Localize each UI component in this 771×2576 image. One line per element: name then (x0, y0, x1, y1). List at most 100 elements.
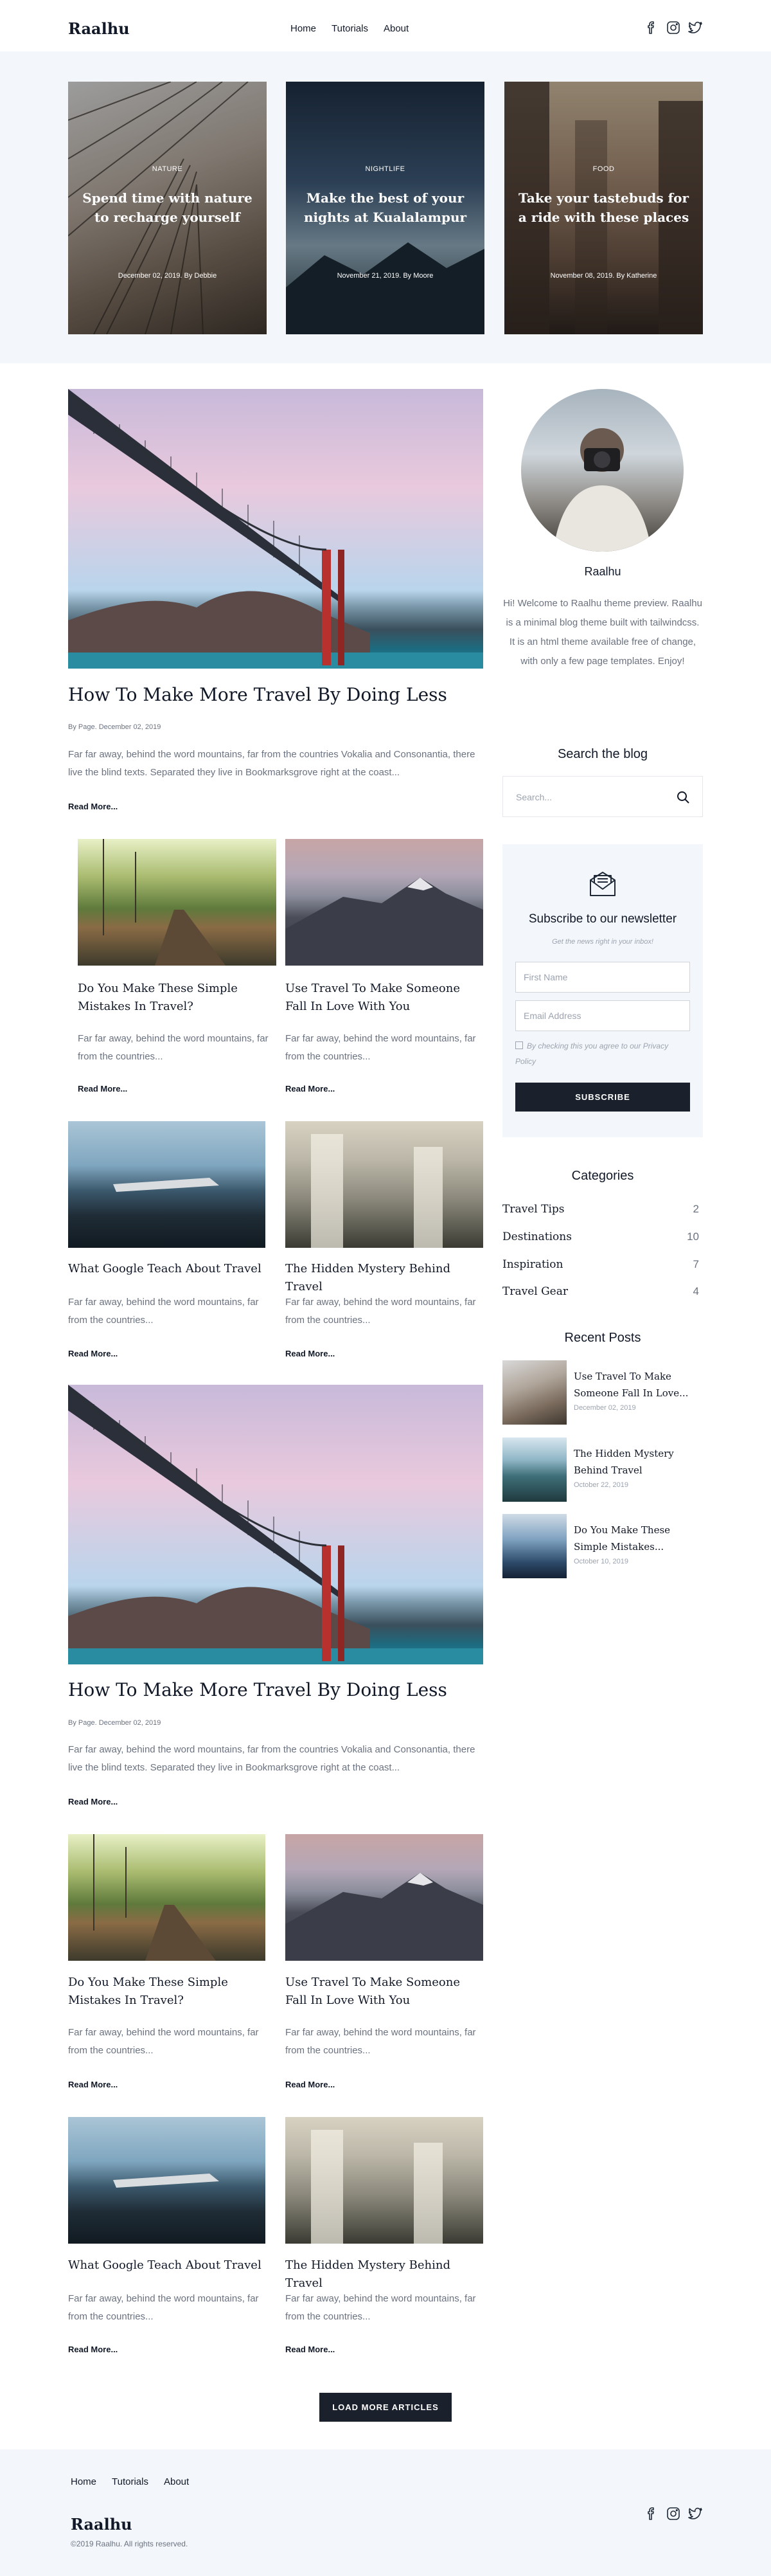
post-title[interactable]: Use Travel To Make Someone Fall In Love … (285, 980, 483, 1016)
newsletter-subheading: Get the news right in your inbox! (552, 938, 653, 946)
post-image[interactable] (68, 1834, 265, 1961)
post-image[interactable] (78, 839, 276, 966)
post-image[interactable] (68, 1121, 265, 1248)
read-more-link[interactable]: Read More... (285, 2345, 335, 2354)
post-image[interactable] (285, 2117, 483, 2244)
post-excerpt: Far far away, behind the word mountains,… (285, 1033, 476, 1062)
hero-title[interactable]: Make the best of your nights at Kualalam… (297, 188, 473, 227)
load-more-button[interactable]: LOAD MORE ARTICLES (319, 2393, 452, 2422)
subscribe-button[interactable]: SUBSCRIBE (515, 1083, 690, 1112)
nav-about[interactable]: About (384, 23, 409, 34)
search-box[interactable]: Search... (502, 776, 703, 817)
mountain-illustration (285, 878, 483, 966)
recent-post-title: Do You Make These Simple Mistakes... (574, 1524, 671, 1553)
footer-social-links (644, 2506, 703, 2525)
category-item[interactable]: Destinations 10 (502, 1230, 699, 1243)
category-name: Travel Tips (502, 1203, 565, 1216)
featured-excerpt: Far far away, behind the word mountains,… (68, 1744, 475, 1773)
twitter-icon[interactable] (687, 2506, 703, 2525)
read-more-link[interactable]: Read More... (68, 1797, 118, 1806)
twitter-icon[interactable] (687, 20, 703, 39)
recent-post-thumbnail (502, 1514, 567, 1578)
read-more-link[interactable]: Read More... (68, 2345, 118, 2354)
first-name-field[interactable]: First Name (515, 962, 690, 993)
post-title[interactable]: The Hidden Mystery Behind Travel (285, 2256, 483, 2292)
featured-meta: By Page. December 02, 2019 (68, 1719, 161, 1727)
rail-illustration (93, 1834, 216, 1961)
instagram-icon[interactable] (666, 20, 681, 39)
copyright: ©2019 Raalhu. All rights reserved. (71, 2539, 188, 2548)
hero-card[interactable]: NIGHTLIFE Make the best of your nights a… (286, 82, 484, 334)
post-title[interactable]: What Google Teach About Travel (68, 2256, 265, 2274)
read-more-link[interactable]: Read More... (78, 1084, 127, 1094)
hero-card[interactable]: FOOD Take your tastebuds for a ride with… (504, 82, 703, 334)
plane-illustration (113, 2174, 219, 2188)
featured-title[interactable]: How To Make More Travel By Doing Less (68, 1679, 483, 1701)
search-input[interactable]: Search... (516, 792, 552, 802)
rain-illustration (311, 1134, 443, 1248)
facebook-icon[interactable] (644, 2506, 659, 2525)
recent-post[interactable]: The Hidden Mystery Behind Travel October… (502, 1437, 703, 1502)
recent-post[interactable]: Use Travel To Make Someone Fall In Love.… (502, 1360, 703, 1425)
post-image[interactable] (285, 1121, 483, 1248)
instagram-icon[interactable] (666, 2506, 681, 2525)
recent-posts-heading: Recent Posts (564, 1331, 641, 1345)
post-title[interactable]: Do You Make These Simple Mistakes In Tra… (68, 1974, 265, 2010)
category-item[interactable]: Travel Tips 2 (502, 1203, 699, 1216)
featured-excerpt: Far far away, behind the word mountains,… (68, 749, 475, 778)
category-item[interactable]: Travel Gear 4 (502, 1285, 699, 1298)
facebook-icon[interactable] (644, 20, 659, 39)
category-count: 7 (693, 1258, 699, 1270)
mountain-illustration (285, 1873, 483, 1961)
search-icon[interactable] (675, 789, 691, 805)
plane-illustration (113, 1178, 219, 1192)
footer-nav: Home Tutorials About (71, 2476, 189, 2487)
featured-image[interactable] (68, 389, 483, 669)
featured-image[interactable] (68, 1385, 483, 1664)
email-field[interactable]: Email Address (515, 1000, 690, 1031)
read-more-link[interactable]: Read More... (285, 2080, 335, 2089)
footer-nav-about[interactable]: About (164, 2476, 189, 2487)
site-header: Raalhu Home Tutorials About (0, 0, 771, 51)
read-more-link[interactable]: Read More... (68, 802, 118, 811)
read-more-link[interactable]: Read More... (68, 2080, 118, 2089)
hero-card[interactable]: NATURE Spend time with nature to recharg… (68, 82, 267, 334)
post-image[interactable] (285, 1834, 483, 1961)
footer-logo[interactable]: Raalhu (71, 2515, 132, 2534)
privacy-checkbox[interactable] (515, 1041, 523, 1049)
post-image[interactable] (285, 839, 483, 966)
site-logo[interactable]: Raalhu (68, 19, 130, 38)
post-title[interactable]: The Hidden Mystery Behind Travel (285, 1260, 483, 1296)
category-item[interactable]: Inspiration 7 (502, 1258, 699, 1271)
post-excerpt: Far far away, behind the word mountains,… (285, 1297, 476, 1326)
category-name: Destinations (502, 1230, 572, 1243)
featured-title[interactable]: How To Make More Travel By Doing Less (68, 684, 483, 706)
category-name: Inspiration (502, 1258, 563, 1271)
social-links (644, 20, 703, 39)
recent-post[interactable]: Do You Make These Simple Mistakes... Oct… (502, 1514, 703, 1578)
category-count: 10 (687, 1230, 699, 1243)
hero-title[interactable]: Spend time with nature to recharge yours… (80, 188, 255, 227)
photographer-illustration (553, 428, 651, 552)
nav-tutorials[interactable]: Tutorials (332, 23, 368, 34)
recent-post-title: Use Travel To Make Someone Fall In Love.… (574, 1371, 689, 1399)
nav-home[interactable]: Home (290, 23, 316, 34)
read-more-link[interactable]: Read More... (285, 1349, 335, 1358)
rain-illustration (311, 2130, 443, 2244)
read-more-link[interactable]: Read More... (68, 1349, 118, 1358)
recent-post-thumbnail (502, 1360, 567, 1425)
rail-illustration (103, 839, 226, 966)
hero-category: NIGHTLIFE (365, 165, 405, 173)
post-excerpt: Far far away, behind the word mountains,… (68, 1297, 259, 1326)
category-count: 4 (693, 1285, 699, 1297)
footer-nav-home[interactable]: Home (71, 2476, 96, 2487)
read-more-link[interactable]: Read More... (285, 1084, 335, 1094)
privacy-checkbox-row[interactable]: By checking this you agree to our Privac… (515, 1038, 690, 1069)
post-title[interactable]: What Google Teach About Travel (68, 1260, 265, 1278)
footer-nav-tutorials[interactable]: Tutorials (112, 2476, 148, 2487)
post-title[interactable]: Do You Make These Simple Mistakes In Tra… (78, 980, 276, 1016)
post-title[interactable]: Use Travel To Make Someone Fall In Love … (285, 1974, 483, 2010)
category-count: 2 (693, 1203, 699, 1215)
hero-title[interactable]: Take your tastebuds for a ride with thes… (516, 188, 691, 227)
post-image[interactable] (68, 2117, 265, 2244)
